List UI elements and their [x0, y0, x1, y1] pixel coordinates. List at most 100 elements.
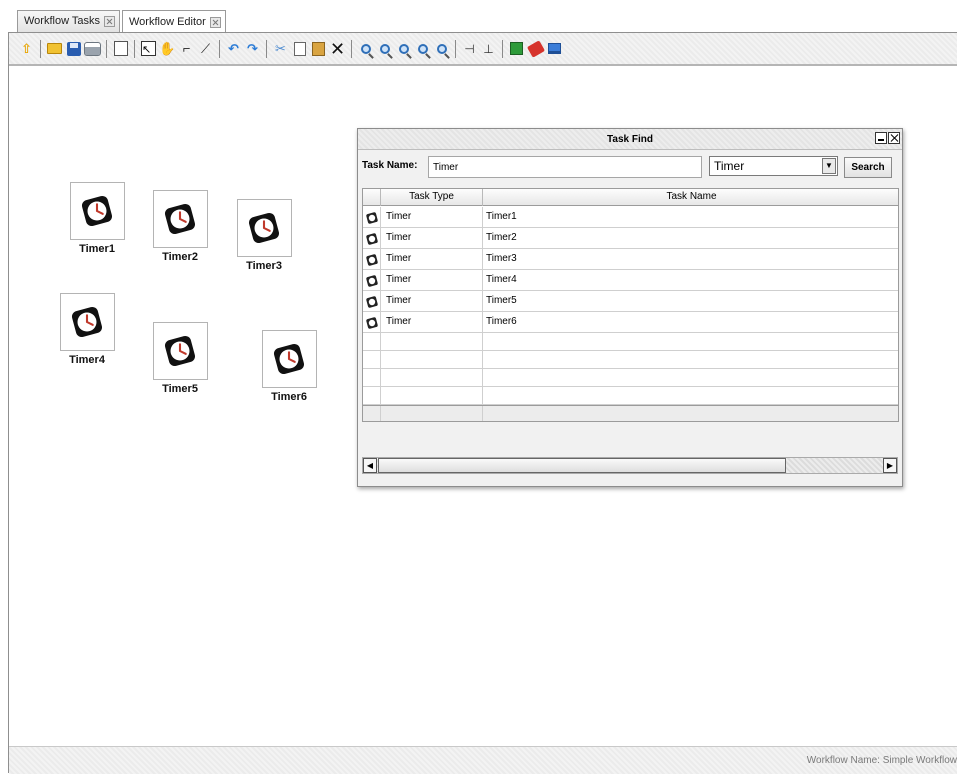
timer-node[interactable]: Timer6 — [249, 330, 329, 403]
timer-icon — [81, 195, 113, 227]
undo-icon[interactable]: ↶ — [226, 41, 242, 57]
results-table: Task Type Task Name Timer Timer1 Timer T… — [362, 188, 899, 422]
minimize-icon[interactable] — [875, 132, 887, 144]
align-icon[interactable]: ⊣ — [462, 41, 478, 57]
tree-layout-icon[interactable]: ⊥ — [481, 41, 497, 57]
empty-row — [363, 369, 898, 387]
search-button[interactable]: Search — [844, 157, 892, 178]
task-find-dialog[interactable]: Task Find Task Name: Timer ▼ Search Task… — [357, 128, 903, 487]
dialog-title-bar[interactable]: Task Find — [358, 129, 902, 150]
toolbar-separator — [266, 39, 267, 58]
toolbar-separator — [219, 39, 220, 58]
timer-node-box[interactable] — [261, 330, 317, 388]
redo-icon[interactable]: ↷ — [245, 41, 261, 57]
open-folder-icon[interactable] — [47, 41, 63, 57]
tab-label: Workflow Tasks — [24, 15, 101, 27]
timer-icon — [363, 291, 381, 312]
task-type-cell: Timer — [381, 228, 483, 249]
icon-column-header[interactable] — [363, 189, 381, 206]
timer-icon — [164, 203, 196, 235]
pan-hand-icon[interactable]: ✋ — [159, 41, 175, 57]
scroll-left-icon[interactable]: ◀ — [363, 458, 377, 473]
zoom-icon[interactable] — [358, 41, 374, 57]
timer-node-label: Timer2 — [162, 251, 198, 263]
task-name-cell: Timer2 — [486, 232, 517, 243]
table-row[interactable]: Timer Timer1 — [363, 207, 898, 228]
tab-workflow-editor[interactable]: Workflow Editor — [122, 10, 226, 33]
timer-node-box[interactable] — [152, 190, 208, 248]
chevron-down-icon[interactable]: ▼ — [822, 158, 836, 174]
empty-cell — [381, 387, 483, 405]
display-icon[interactable] — [547, 41, 563, 57]
empty-cell — [381, 351, 483, 369]
task-name-cell: Timer6 — [486, 316, 517, 327]
up-icon[interactable]: ⇧ — [19, 41, 35, 57]
table-footer — [363, 405, 898, 421]
grid-icon[interactable] — [509, 41, 525, 57]
column-header-task-name[interactable]: Task Name — [483, 189, 898, 206]
connector-icon[interactable]: ⌐ — [179, 41, 195, 57]
table-row[interactable]: Timer Timer4 — [363, 270, 898, 291]
task-name-cell: Timer5 — [486, 295, 517, 306]
timer-node[interactable]: Timer2 — [140, 190, 220, 263]
empty-cell — [363, 369, 381, 387]
scrollbar-thumb[interactable] — [378, 458, 786, 473]
print-icon[interactable] — [84, 41, 101, 57]
column-header-task-type[interactable]: Task Type — [381, 189, 483, 206]
timer-icon — [71, 306, 103, 338]
timer-node[interactable]: Timer5 — [140, 322, 220, 395]
cut-icon[interactable]: ✂ — [273, 41, 289, 57]
close-icon[interactable] — [104, 16, 115, 27]
status-bar: Workflow Name: Simple Workflow — [9, 746, 957, 774]
task-name-input[interactable] — [428, 156, 702, 178]
line-icon[interactable]: ⟋ — [198, 41, 214, 57]
timer-node-label: Timer6 — [271, 391, 307, 403]
task-type-selected: Timer — [714, 159, 745, 173]
save-icon[interactable] — [66, 41, 82, 57]
table-row[interactable]: Timer Timer3 — [363, 249, 898, 270]
timer-icon — [273, 343, 305, 375]
zoom-in-icon[interactable] — [377, 41, 393, 57]
delete-icon[interactable]: ✕ — [330, 40, 346, 58]
table-row[interactable]: Timer Timer5 — [363, 291, 898, 312]
timer-node[interactable]: Timer3 — [224, 199, 304, 272]
tab-workflow-tasks[interactable]: Workflow Tasks — [17, 10, 120, 32]
toolbar: ⇧ ↖ ✋ ⌐ ⟋ ↶ ↷ ✂ ✕ ⊣ ⊥ — [9, 33, 957, 66]
task-type-cell: Timer — [381, 249, 483, 270]
timer-node-box[interactable] — [152, 322, 208, 380]
task-type-cell: Timer — [381, 270, 483, 291]
zoom-out-icon[interactable] — [396, 41, 412, 57]
task-name-cell: Timer3 — [486, 253, 517, 264]
timer-node[interactable]: Timer4 — [47, 293, 127, 366]
table-row[interactable]: Timer Timer2 — [363, 228, 898, 249]
tab-label: Workflow Editor — [129, 15, 206, 28]
timer-node-label: Timer5 — [162, 383, 198, 395]
timer-icon — [248, 212, 280, 244]
empty-cell — [363, 387, 381, 405]
close-icon[interactable] — [888, 132, 900, 144]
scroll-right-icon[interactable]: ▶ — [883, 458, 897, 473]
properties-icon[interactable] — [526, 39, 545, 58]
timer-icon — [164, 335, 196, 367]
empty-row — [363, 333, 898, 351]
copy-icon[interactable] — [292, 41, 308, 57]
table-row[interactable]: Timer Timer6 — [363, 312, 898, 333]
toolbar-separator — [502, 39, 503, 58]
zoom-fit-icon[interactable] — [415, 41, 431, 57]
timer-node-label: Timer1 — [79, 243, 115, 255]
task-type-cell: Timer — [381, 207, 483, 228]
zoom-actual-icon[interactable] — [434, 41, 450, 57]
timer-node[interactable]: Timer1 — [57, 182, 137, 255]
horizontal-scrollbar[interactable]: ◀ ▶ — [362, 457, 898, 474]
task-type-select[interactable]: Timer ▼ — [709, 156, 838, 176]
select-icon[interactable]: ↖ — [141, 41, 157, 57]
preview-icon[interactable] — [113, 41, 129, 57]
empty-cell — [363, 333, 381, 351]
timer-icon — [363, 270, 381, 291]
timer-node-box[interactable] — [69, 182, 125, 240]
paste-icon[interactable] — [311, 41, 327, 57]
timer-node-box[interactable] — [59, 293, 115, 351]
dialog-window-buttons — [875, 132, 900, 144]
timer-node-box[interactable] — [236, 199, 292, 257]
close-icon[interactable] — [209, 16, 221, 28]
